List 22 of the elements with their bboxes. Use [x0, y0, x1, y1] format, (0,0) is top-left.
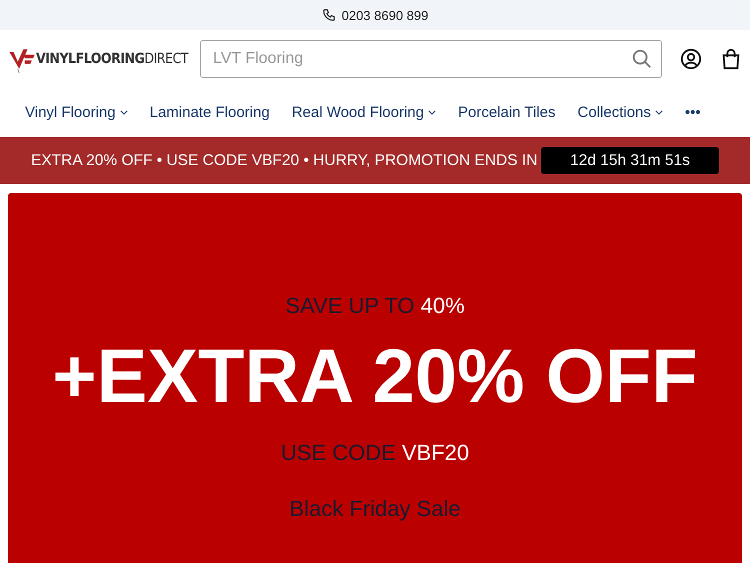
nav-link[interactable]: ••• [684, 104, 701, 121]
nav-link[interactable]: Real Wood Flooring [292, 104, 436, 121]
hero-headline: +EXTRA 20% OFF [52, 333, 698, 420]
promo-text: EXTRA 20% OFF • USE CODE VBF20 • HURRY, PROMOTION ENDS IN [31, 152, 538, 170]
caret-icon[interactable] [428, 110, 436, 115]
caret-icon[interactable] [654, 110, 663, 115]
phone-icon [322, 8, 336, 22]
phone-number[interactable]: 0203 8690 899 [342, 8, 428, 22]
caret-icon[interactable] [120, 110, 128, 115]
account-icon[interactable] [680, 48, 702, 70]
nav-link[interactable]: Laminate Flooring [150, 104, 270, 121]
logo-text[interactable]: VINYLFLOORINGDIRECT [36, 51, 188, 67]
hero-subtitle: SAVE UP TO 40% [285, 293, 465, 319]
nav-link[interactable]: Porcelain Tiles [458, 104, 556, 121]
nav-link[interactable]: Collections [578, 104, 663, 121]
search-field[interactable]: LVT Flooring [200, 40, 662, 78]
hero-subtitle: USE CODE VBF20 [280, 440, 470, 466]
nav-link[interactable]: Vinyl Flooring [25, 104, 128, 121]
hero-tagline: Black Friday Sale [289, 496, 461, 522]
countdown-timer: 12d 15h 31m 51s [541, 147, 719, 174]
shopping-bag-icon[interactable] [720, 48, 742, 70]
search-icon[interactable] [631, 48, 653, 70]
